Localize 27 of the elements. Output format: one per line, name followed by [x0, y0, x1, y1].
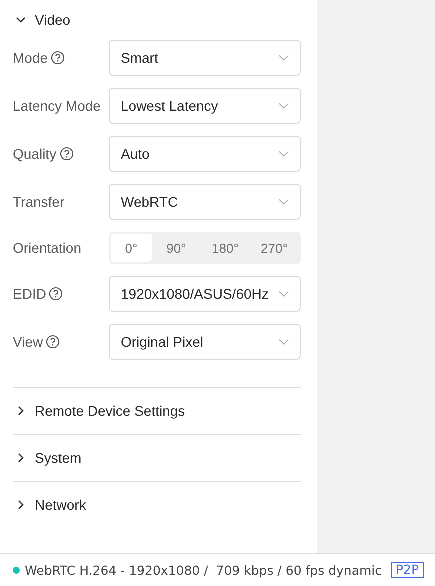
status-text: WebRTC H.264 - 1920x1080 / 709 kbps / 60 fps dynamic	[25, 562, 382, 578]
section-header[interactable]: Video	[13, 0, 301, 40]
orientation-option[interactable]: 180°	[201, 234, 250, 262]
field-label: Orientation	[13, 240, 82, 256]
field-label: Transfer	[13, 194, 65, 210]
orientation-option[interactable]: 0°	[111, 234, 152, 262]
dropdown[interactable]: Auto	[109, 136, 301, 172]
field-label: Quality	[13, 146, 57, 162]
field-label: Latency Mode	[13, 98, 101, 114]
section-header[interactable]: System	[13, 435, 301, 481]
help-icon[interactable]	[49, 287, 64, 301]
orientation-option[interactable]: 90°	[152, 234, 201, 262]
field-label: Mode	[13, 50, 48, 66]
dropdown[interactable]: WebRTC	[109, 184, 301, 220]
section-header[interactable]: Remote Device Settings	[13, 388, 301, 434]
dropdown[interactable]: Lowest Latency	[109, 88, 301, 124]
field-label: EDID	[13, 286, 46, 302]
section-header[interactable]: Network	[13, 482, 301, 528]
help-icon[interactable]	[46, 335, 60, 349]
help-icon[interactable]	[60, 147, 74, 161]
dropdown[interactable]: 1920x1080/ASUS/60Hz	[109, 276, 301, 312]
dropdown[interactable]: Smart	[109, 40, 301, 76]
field-label: View	[13, 334, 44, 350]
orientation-option[interactable]: 270°	[250, 234, 299, 262]
connection-badge: P2P	[391, 562, 424, 578]
help-icon[interactable]	[51, 51, 66, 65]
dropdown[interactable]: Original Pixel	[109, 324, 301, 360]
